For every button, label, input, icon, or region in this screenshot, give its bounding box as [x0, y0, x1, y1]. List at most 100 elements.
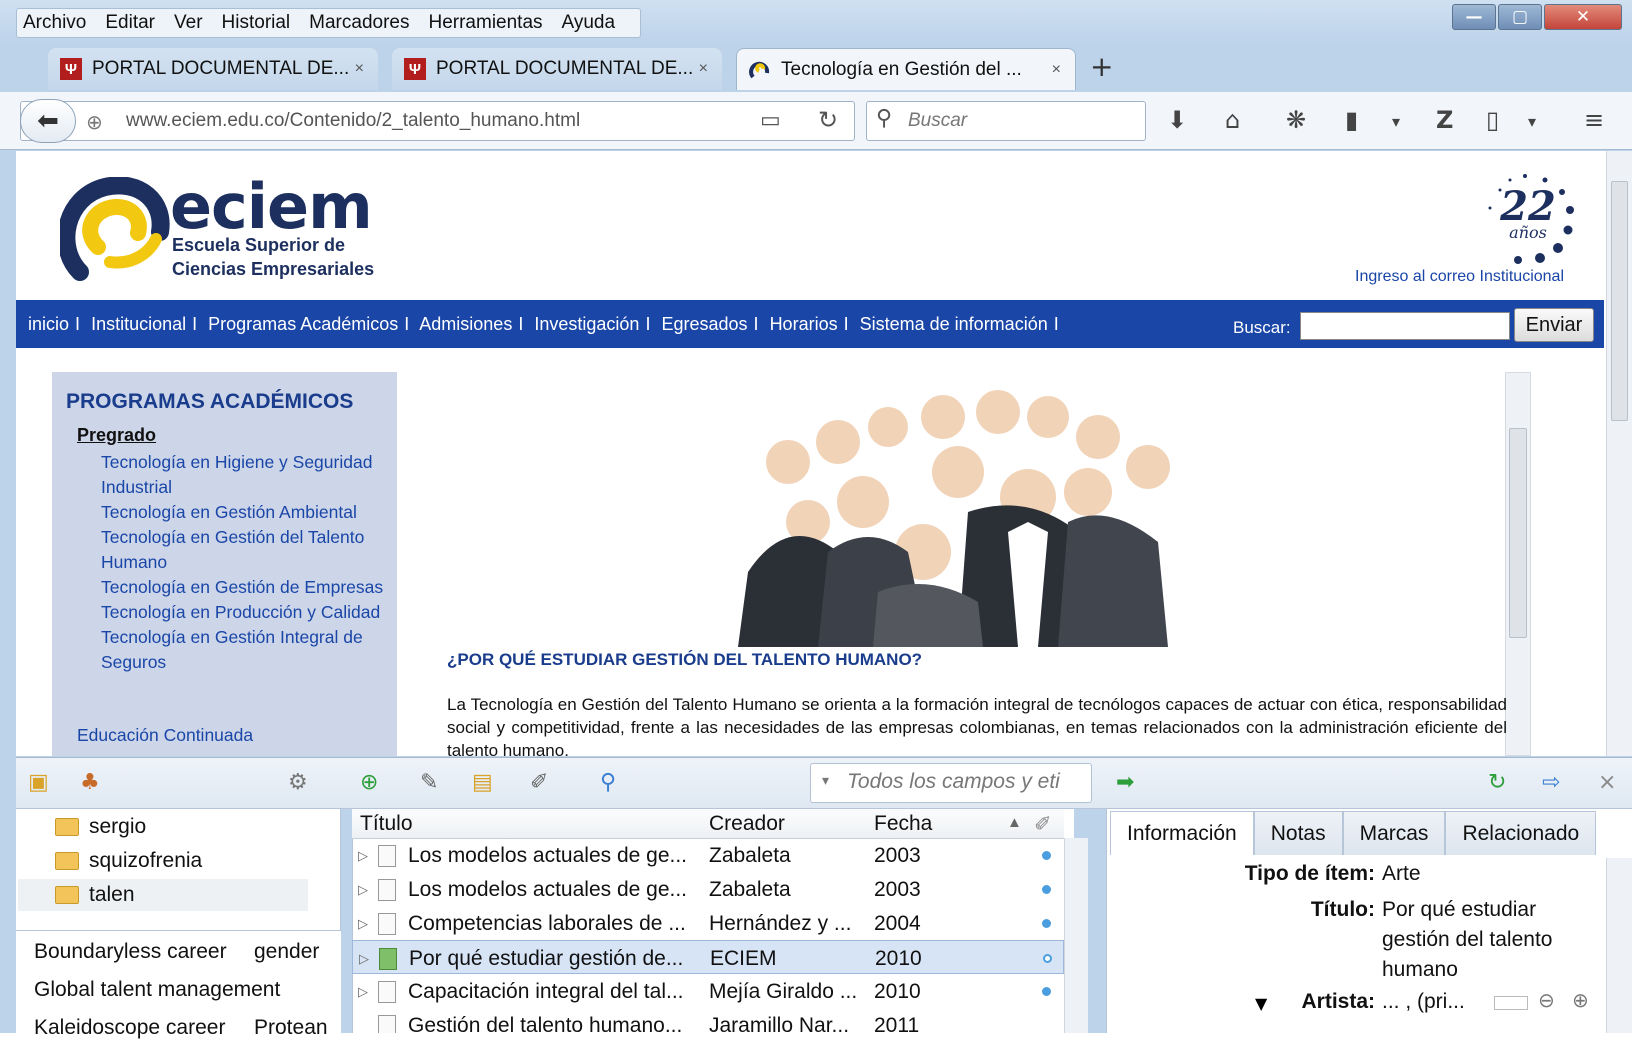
reader-view-icon[interactable]: ▭: [760, 108, 781, 133]
expand-icon[interactable]: ▷: [358, 848, 368, 864]
program-link[interactable]: Tecnología en Gestión del Talento Humano: [101, 525, 401, 575]
minimize-button[interactable]: —: [1452, 4, 1496, 30]
menu-marcadores[interactable]: Marcadores: [309, 12, 409, 34]
nav-horarios[interactable]: Horarios: [770, 314, 838, 334]
details-scrollbar[interactable]: [1606, 858, 1632, 1033]
search-placeholder[interactable]: Buscar: [908, 110, 967, 132]
nav-sistema[interactable]: Sistema de información: [860, 314, 1048, 334]
site-search-input[interactable]: [1300, 312, 1510, 340]
url-text[interactable]: www.eciem.edu.co/Contenido/2_talento_hum…: [126, 110, 580, 132]
reload-icon[interactable]: ↻: [818, 106, 838, 134]
tab-tecnologia-active[interactable]: Tecnología en Gestión del ... ×: [736, 48, 1076, 90]
items-scrollbar[interactable]: [1064, 838, 1088, 1033]
new-note-icon[interactable]: ▤: [472, 770, 493, 795]
attachment-icon[interactable]: ✐: [530, 770, 548, 795]
home-icon[interactable]: ⌂: [1225, 106, 1240, 134]
content-scrollbar[interactable]: [1505, 372, 1531, 756]
tab-informacion[interactable]: Información: [1110, 811, 1254, 855]
search-mode-dropdown-icon[interactable]: ▾: [822, 773, 829, 789]
zotero-icon[interactable]: Z: [1436, 106, 1453, 134]
menu-ayuda[interactable]: Ayuda: [562, 12, 616, 34]
correo-institucional-link[interactable]: Ingreso al correo Institucional: [1355, 268, 1564, 286]
new-tab-icon[interactable]: +: [1090, 50, 1113, 83]
menu-herramientas[interactable]: Herramientas: [428, 12, 542, 34]
back-button[interactable]: ⬅: [20, 99, 76, 143]
tab-close-icon[interactable]: ×: [1052, 61, 1061, 79]
page-icon[interactable]: ▯: [1486, 106, 1499, 134]
menu-historial[interactable]: Historial: [222, 12, 291, 34]
advanced-search-icon[interactable]: ⚲: [600, 770, 616, 795]
item-row-selected[interactable]: ▷ Por qué estudiar gestión de... ECIEM 2…: [352, 940, 1064, 974]
item-row[interactable]: ▷ Capacitación integral del tal... Mejía…: [352, 974, 1064, 1008]
zotero-search-input[interactable]: Todos los campos y eti: [810, 763, 1092, 803]
item-row[interactable]: ▷ Los modelos actuales de ge... Zabaleta…: [352, 872, 1064, 906]
expand-icon[interactable]: ▷: [358, 916, 368, 932]
col-creator[interactable]: Creador: [709, 812, 785, 836]
nav-investigacion[interactable]: Investigación: [534, 314, 639, 334]
add-by-identifier-icon[interactable]: ✎: [420, 770, 438, 795]
tag-kaleidoscope[interactable]: Kaleidoscope career: [34, 1016, 225, 1040]
item-type-value[interactable]: Arte: [1382, 859, 1421, 889]
menu-archivo[interactable]: Archivo: [23, 12, 86, 34]
title-value[interactable]: Por qué estudiar gestión del talento hum…: [1382, 895, 1582, 985]
tab-portal-1[interactable]: Ψ PORTAL DOCUMENTAL DE... ×: [48, 48, 378, 90]
locate-arrow-icon[interactable]: ➡: [1116, 770, 1134, 795]
tab-marcas[interactable]: Marcas: [1342, 811, 1446, 855]
new-item-icon[interactable]: ⊕: [360, 770, 378, 795]
collection-sergio[interactable]: sergio: [55, 811, 146, 843]
collection-talen[interactable]: talen: [18, 879, 308, 911]
item-row[interactable]: ▷ Competencias laborales de ... Hernánde…: [352, 906, 1064, 940]
tab-notas[interactable]: Notas: [1253, 811, 1343, 855]
creator-mode-icon[interactable]: [1494, 996, 1528, 1010]
nav-inicio[interactable]: inicio: [28, 314, 69, 334]
new-collection-icon[interactable]: ▣: [28, 770, 49, 795]
artist-value[interactable]: ... , (pri...: [1382, 987, 1465, 1017]
expand-icon[interactable]: ▷: [358, 984, 368, 1000]
pregrado-link[interactable]: Pregrado: [77, 425, 156, 446]
nav-institucional[interactable]: Institucional: [91, 314, 186, 334]
tag-global-talent[interactable]: Global talent management: [34, 978, 280, 1002]
menu-ver[interactable]: Ver: [174, 12, 203, 34]
expand-icon[interactable]: ▷: [359, 951, 369, 967]
sync-icon[interactable]: ↻: [1488, 770, 1506, 795]
artist-expand-icon[interactable]: ▼: [1255, 994, 1267, 1013]
tab-portal-2[interactable]: Ψ PORTAL DOCUMENTAL DE... ×: [392, 48, 722, 90]
close-button[interactable]: ✕: [1544, 4, 1622, 30]
program-link[interactable]: Tecnología en Gestión Ambiental: [101, 500, 401, 525]
full-screen-icon[interactable]: ⇨: [1542, 770, 1560, 795]
educacion-continuada-link[interactable]: Educación Continuada: [77, 725, 253, 746]
menu-editar[interactable]: Editar: [105, 12, 155, 34]
expand-icon[interactable]: ▷: [358, 882, 368, 898]
maximize-button[interactable]: ▢: [1498, 4, 1542, 30]
nav-admisiones[interactable]: Admisiones: [419, 314, 512, 334]
add-creator-icon[interactable]: ⊕: [1572, 988, 1589, 1012]
item-row[interactable]: ▷ Los modelos actuales de ge... Zabaleta…: [352, 838, 1064, 872]
remove-creator-icon[interactable]: ⊖: [1538, 988, 1555, 1012]
col-date[interactable]: Fecha: [874, 812, 932, 836]
new-group-icon[interactable]: ♣: [80, 770, 100, 795]
tab-close-icon[interactable]: ×: [699, 60, 708, 78]
nav-programas[interactable]: Programas Académicos: [208, 314, 398, 334]
extension-icon[interactable]: ❋: [1286, 106, 1306, 134]
clipboard-icon[interactable]: ▮: [1345, 106, 1358, 134]
tag-protean[interactable]: Protean: [254, 1016, 328, 1040]
page-dropdown-icon[interactable]: ▾: [1528, 112, 1536, 131]
hamburger-menu-icon[interactable]: ≡: [1584, 106, 1604, 134]
item-row[interactable]: Gestión del talento humano... Jaramillo …: [352, 1008, 1064, 1033]
collection-squizofrenia[interactable]: squizofrenia: [55, 845, 202, 877]
col-title[interactable]: Título: [360, 812, 413, 836]
enviar-button[interactable]: Enviar: [1514, 308, 1594, 342]
clipboard-dropdown-icon[interactable]: ▾: [1392, 112, 1400, 131]
tab-close-icon[interactable]: ×: [355, 60, 364, 78]
nav-egresados[interactable]: Egresados: [661, 314, 747, 334]
tag-boundaryless[interactable]: Boundaryless career: [34, 940, 227, 964]
close-pane-icon[interactable]: ×: [1598, 770, 1616, 795]
program-link[interactable]: Tecnología en Gestión Integral de Seguro…: [101, 625, 401, 675]
page-scrollbar[interactable]: [1606, 151, 1632, 756]
settings-gear-icon[interactable]: ⚙: [288, 770, 308, 795]
tag-gender[interactable]: gender: [254, 940, 319, 964]
program-link[interactable]: Tecnología en Higiene y Seguridad Indust…: [101, 450, 401, 500]
program-link[interactable]: Tecnología en Gestión de Empresas: [101, 575, 401, 600]
tab-relacionado[interactable]: Relacionado: [1445, 811, 1597, 855]
download-icon[interactable]: ⬇: [1167, 106, 1187, 134]
